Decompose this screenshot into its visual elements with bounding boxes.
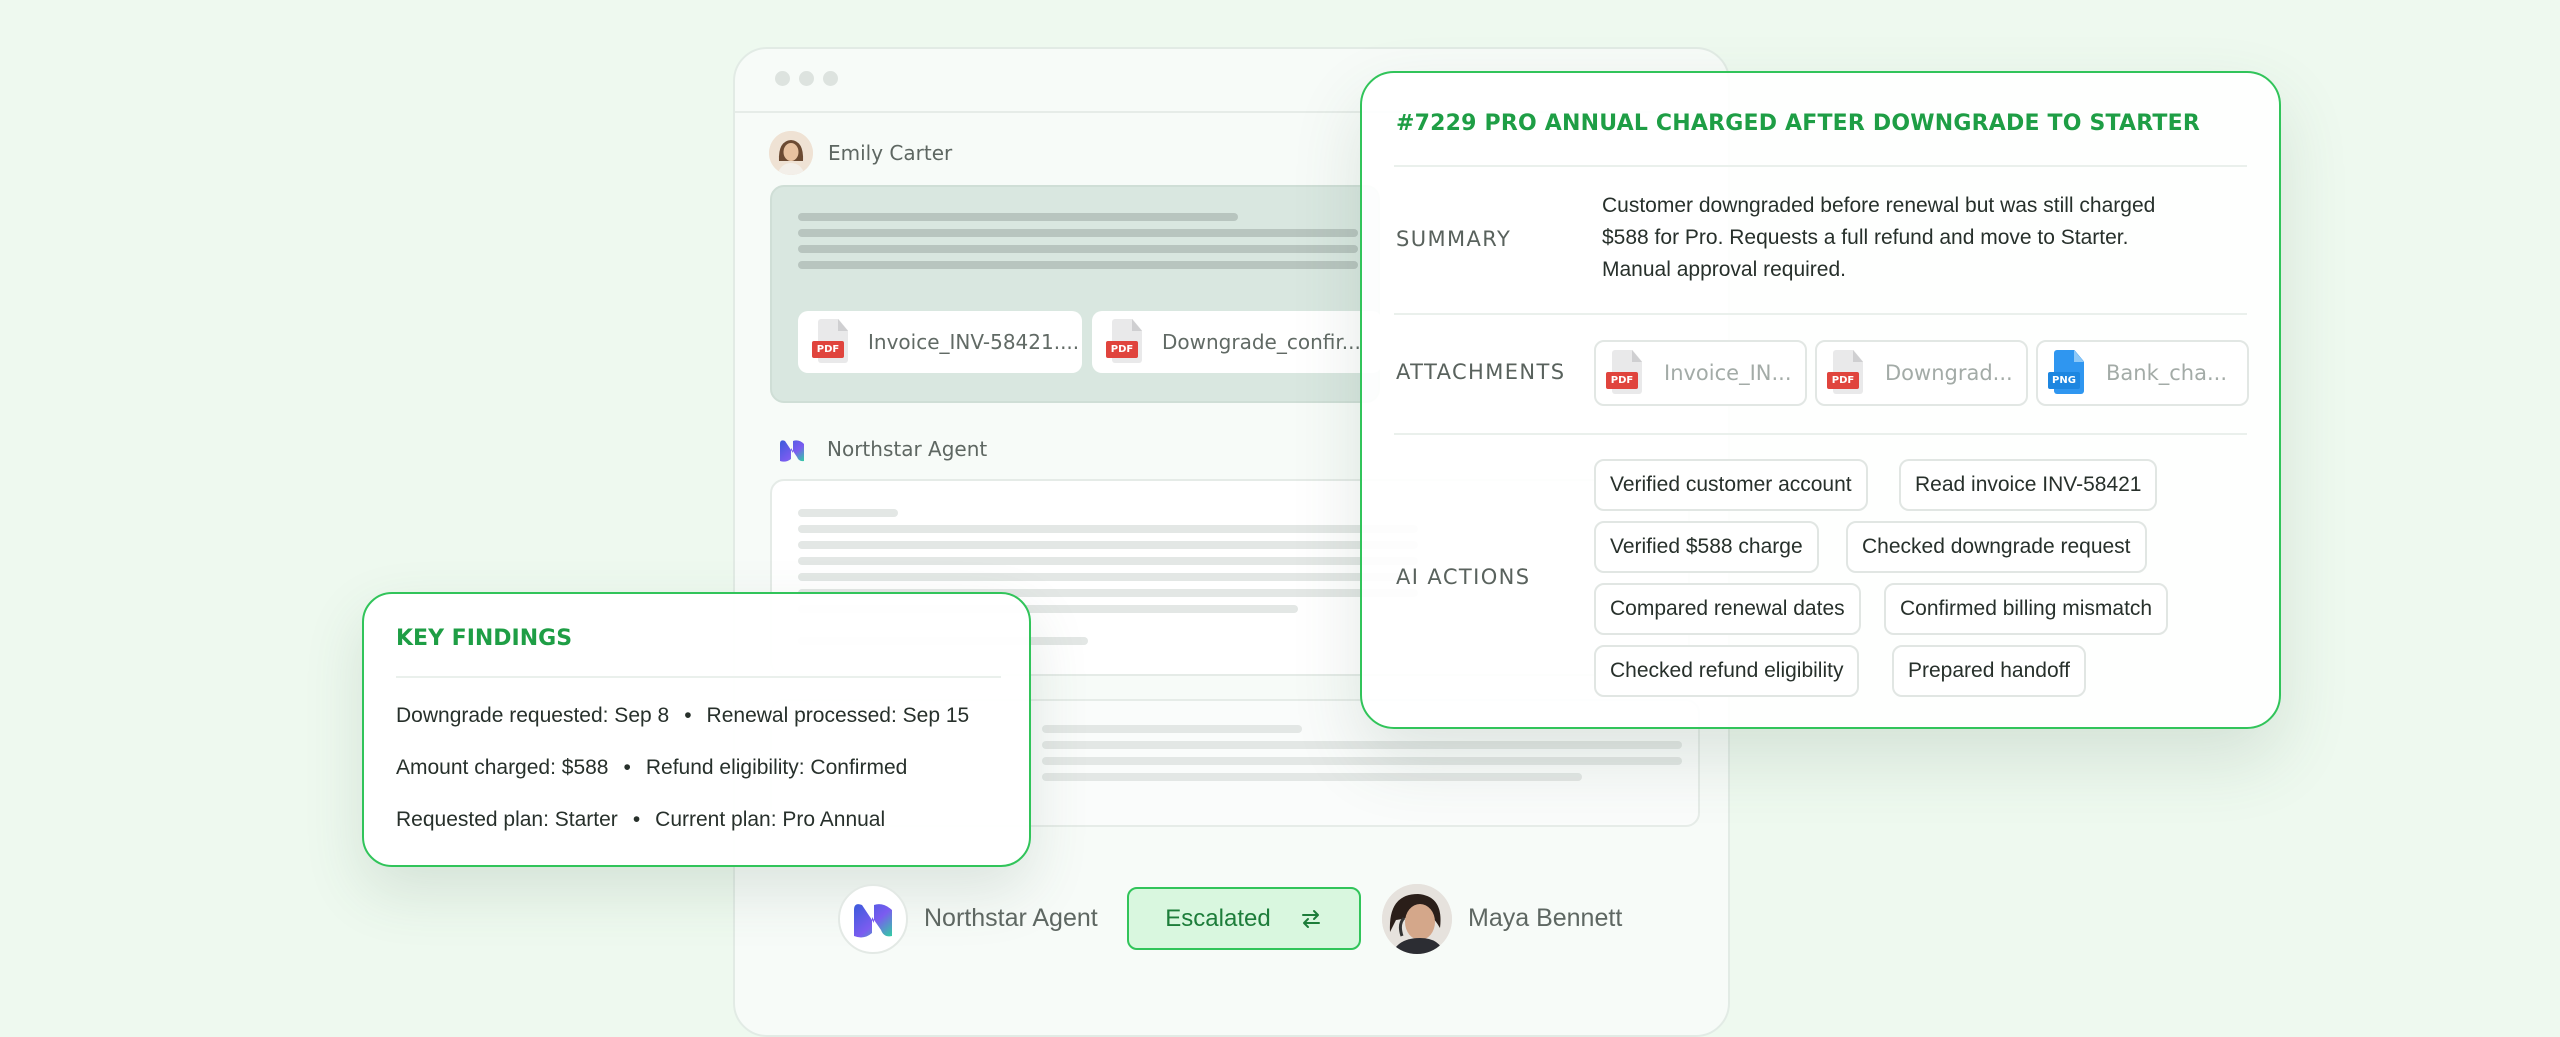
ai-action-chip: Compared renewal dates — [1594, 583, 1861, 635]
handoff-to-name: Maya Bennett — [1468, 904, 1623, 932]
ai-action-chip: Confirmed billing mismatch — [1884, 583, 2169, 635]
attachment-name: Bank_cha... — [2106, 361, 2227, 385]
finding-item: Amount charged: $588 — [396, 756, 609, 779]
key-findings-divider — [396, 676, 1001, 678]
pdf-file-icon: PDF — [1106, 319, 1146, 365]
pdf-file-icon: PDF — [812, 319, 852, 365]
message-text-placeholder — [1042, 725, 1302, 733]
message-text-placeholder — [798, 213, 1238, 221]
message-text-placeholder — [798, 261, 1358, 269]
message-text-placeholder — [798, 229, 1358, 237]
message-text-placeholder — [798, 541, 1418, 549]
window-dot[interactable] — [799, 71, 814, 86]
ticket-divider — [1394, 313, 2247, 315]
finding-item: Renewal processed: Sep 15 — [706, 704, 970, 727]
ticket-attachment[interactable]: PDF Invoice_IN... — [1594, 340, 1807, 406]
northstar-logo-icon — [854, 904, 892, 938]
attachment-name: Invoice_IN... — [1664, 361, 1792, 385]
human-agent-avatar — [1382, 884, 1452, 954]
key-findings-card: KEY FINDINGS Downgrade requested: Sep 8 •… — [362, 592, 1031, 867]
summary-line: Customer downgraded before renewal but w… — [1602, 194, 2156, 217]
ai-action-chip: Read invoice INV-58421 — [1899, 459, 2158, 511]
ai-action-chip: Checked refund eligibility — [1594, 645, 1860, 697]
message-text-placeholder — [798, 245, 1358, 253]
message-text-placeholder — [798, 557, 1418, 565]
handoff-from-name: Northstar Agent — [924, 904, 1098, 932]
message-text-placeholder — [1042, 757, 1682, 765]
finding-item: Requested plan: Starter — [396, 808, 618, 831]
window-dot[interactable] — [775, 71, 790, 86]
ticket-summary: Customer downgraded before renewal but w… — [1602, 190, 2222, 286]
escalated-status-button[interactable]: Escalated — [1127, 887, 1361, 950]
bullet-separator: • — [684, 704, 692, 727]
customer-avatar — [769, 131, 813, 175]
customer-message: PDF Invoice_INV-58421.... PDF Downgrade_… — [770, 185, 1382, 403]
message-attachment[interactable]: PDF Downgrade_confir... — [1092, 311, 1382, 373]
ai-action-chip: Prepared handoff — [1892, 645, 2086, 697]
finding-row: Requested plan: Starter • Current plan: Pr… — [396, 808, 885, 832]
message-attachment[interactable]: PDF Invoice_INV-58421.... — [798, 311, 1082, 373]
message-text-placeholder — [798, 573, 1418, 581]
pdf-file-icon: PDF — [1606, 350, 1646, 396]
summary-line: Manual approval required. — [1602, 258, 1846, 281]
finding-row: Amount charged: $588 • Refund eligibility:… — [396, 756, 907, 780]
summary-line: $588 for Pro. Requests a full refund and… — [1602, 226, 2129, 249]
escalated-label: Escalated — [1165, 904, 1271, 932]
finding-item: Downgrade requested: Sep 8 — [396, 704, 670, 727]
window-dot[interactable] — [823, 71, 838, 86]
ticket-title: #7229 PRO ANNUAL CHARGED AFTER DOWNGRADE… — [1396, 111, 2200, 136]
message-text-placeholder — [798, 509, 898, 517]
swap-arrows-icon — [1301, 909, 1320, 928]
ticket-card: #7229 PRO ANNUAL CHARGED AFTER DOWNGRADE… — [1360, 71, 2281, 729]
attachment-name: Downgrad... — [1885, 361, 2013, 385]
pdf-file-icon: PDF — [1827, 350, 1867, 396]
window-controls — [775, 71, 838, 87]
finding-row: Downgrade requested: Sep 8 • Renewal proce… — [396, 704, 969, 728]
ticket-attachment[interactable]: PNG Bank_cha... — [2036, 340, 2249, 406]
bullet-separator: • — [632, 808, 641, 831]
customer-name: Emily Carter — [828, 141, 953, 165]
northstar-agent-avatar — [838, 884, 908, 954]
finding-item: Refund eligibility: Confirmed — [645, 756, 908, 779]
ai-action-chip: Checked downgrade request — [1846, 521, 2147, 573]
message-text-placeholder — [798, 525, 1418, 533]
agent-name: Northstar Agent — [827, 437, 988, 461]
bullet-separator: • — [623, 756, 631, 779]
message-text-placeholder — [1042, 741, 1682, 749]
northstar-logo-icon — [777, 435, 807, 465]
message-text-placeholder — [1042, 773, 1582, 781]
summary-label: SUMMARY — [1396, 227, 1512, 251]
ai-action-chip: Verified $588 charge — [1594, 521, 1819, 573]
attachments-label: ATTACHMENTS — [1396, 360, 1566, 384]
ticket-divider — [1394, 433, 2247, 435]
ticket-attachment[interactable]: PDF Downgrad... — [1815, 340, 2028, 406]
finding-item: Current plan: Pro Annual — [655, 808, 886, 831]
key-findings-title: KEY FINDINGS — [396, 626, 573, 651]
png-file-icon: PNG — [2048, 350, 2088, 396]
ai-actions-label: AI ACTIONS — [1396, 565, 1531, 589]
attachment-name: Invoice_INV-58421.... — [868, 330, 1080, 354]
ticket-divider — [1394, 165, 2247, 167]
ai-action-chip: Verified customer account — [1594, 459, 1868, 511]
attachment-name: Downgrade_confir... — [1162, 330, 1361, 354]
